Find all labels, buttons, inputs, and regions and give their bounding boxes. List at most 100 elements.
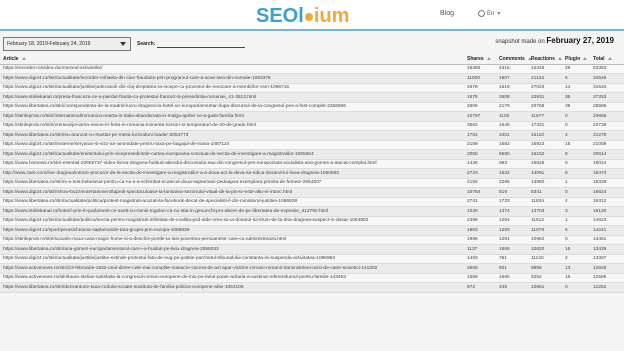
article-link[interactable]: https://www.activenews.ro/stiri/laura-st…: [0, 273, 464, 283]
table-row: https://stirileprotv.ro/stiri/vremea/joi…: [0, 121, 624, 131]
search-input[interactable]: [157, 39, 245, 48]
cell-reactions: 42346: [528, 64, 562, 74]
article-link[interactable]: https://www.digi24.ro/stiri/actualitate/…: [0, 149, 464, 160]
cell-shares: 1436: [464, 159, 496, 169]
table-body: https://recorder.ro/video-dumnezeul-acti…: [0, 64, 624, 293]
language-selector[interactable]: En ▼: [478, 10, 501, 17]
cell-reactions: 11612: [528, 216, 562, 226]
article-link[interactable]: https://www.libertatea.ro/stiri/dezvantu…: [0, 282, 464, 293]
cell-total: 22738: [590, 121, 624, 131]
table-row: https://www.digi24.ro/stiri/show-buzz/en…: [0, 187, 624, 198]
column-header-article[interactable]: Article: [0, 55, 464, 65]
sort-icon: [583, 57, 588, 61]
table-row: https://www.libertatea.ro/stiri/corespon…: [0, 102, 624, 112]
sort-icon: [607, 57, 612, 61]
snapshot-info: snapshot made on February 27, 2019: [495, 36, 614, 45]
article-link[interactable]: https://www.libertatea.ro/stiri/ana-gome…: [0, 244, 464, 255]
table-row: https://www.stirilekanal.ro/hoteri/-prin…: [0, 206, 624, 217]
article-link[interactable]: https://www.activenews.ro/stiri/23-febru…: [0, 263, 464, 274]
cell-reactions: 11834: [528, 197, 562, 207]
cell-reactions: 9866: [528, 263, 562, 274]
article-link[interactable]: https://recorder.ro/video-dumnezeul-acti…: [0, 64, 464, 74]
cell-comments: 2608: [496, 92, 528, 103]
cell-shares: 10764: [464, 187, 496, 198]
cell-total: 34548: [590, 73, 624, 84]
article-link[interactable]: https://www.digi24.ro/stiri/actualitate/…: [0, 216, 464, 226]
sort-icon: [21, 57, 26, 61]
cell-reactions: 11079: [528, 225, 562, 236]
cell-shares: 11500: [464, 73, 496, 84]
cell-total: 20614: [590, 149, 624, 160]
language-label: En: [487, 10, 495, 17]
cell-total: 14623: [590, 216, 624, 226]
cell-plugin: 8: [562, 149, 590, 160]
cell-reactions: 16110: [528, 130, 562, 141]
table-row: https://www.libertatea.ro/stiri/dezvantu…: [0, 282, 624, 293]
column-header-reactions[interactable]: Reactions: [528, 55, 562, 65]
article-link[interactable]: https://www.stirilekanal.ro/presa-france…: [0, 92, 464, 103]
cell-shares: 1493: [464, 254, 496, 264]
article-link[interactable]: https://www.digi24.ro/stiri/actualitate/…: [0, 83, 464, 93]
column-header-plugin[interactable]: Plugin: [562, 55, 590, 65]
cell-total: 23666: [590, 111, 624, 122]
cell-total: 14241: [590, 225, 624, 236]
article-link[interactable]: https://stirileprotv.ro/stiri/vremea/joi…: [0, 121, 464, 131]
cell-total: 18338: [590, 178, 624, 188]
article-link[interactable]: https://www.libertatea.ro/stiri/actualit…: [0, 197, 464, 207]
article-link[interactable]: https://www.digi24.ro/stiri/externe/sery…: [0, 140, 464, 150]
article-link[interactable]: https://www.libertatea.ro/stiri/eu-arunc…: [0, 130, 464, 141]
cell-total: 16120: [590, 206, 624, 217]
column-header-comments[interactable]: Comments: [496, 55, 532, 65]
article-link[interactable]: http://www.zare.com/live-dragnea/intrare…: [0, 168, 464, 179]
table-row: https://www.libertatea.ro/stiri/s-a-tost…: [0, 178, 624, 188]
cell-comments: 501: [496, 263, 528, 274]
cell-plugin: 14: [562, 83, 590, 93]
cell-plugin: 15: [562, 140, 590, 150]
article-link[interactable]: https://www.libertatea.ro/stiri/s-a-tost…: [0, 178, 464, 188]
table-row: https://www.digi24.ro/stiri/actualitate/…: [0, 73, 624, 84]
table-row: https://www.digi24.ro/stiri/externe/sery…: [0, 140, 624, 150]
column-header-label: Shares: [467, 56, 484, 63]
cell-reactions: 20768: [528, 102, 562, 112]
article-link[interactable]: https://www.digi24.ro/stiri/actualitate/…: [0, 73, 464, 84]
chevron-down-icon: ▼: [496, 10, 502, 17]
column-header-shares[interactable]: Shares: [464, 55, 496, 65]
sort-icon: [486, 57, 491, 61]
article-link[interactable]: https://www.digi24.ro/stiri/show-buzz/en…: [0, 187, 464, 198]
article-link[interactable]: https://www.digi24.ro/sport/perasicheama…: [0, 225, 464, 236]
article-link[interactable]: https://www.libertatea.ro/stiri/corespon…: [0, 102, 464, 112]
cell-plugin: 6: [562, 225, 590, 236]
cell-plugin: 6: [562, 73, 590, 84]
date-range-select[interactable]: February 18, 2019-February 24, 2019: [3, 37, 131, 51]
article-link[interactable]: https://www.hotnews.ro/stiri-esential-22…: [0, 159, 464, 169]
cell-plugin: 29: [562, 64, 590, 74]
dropdown-arrow-icon: [120, 42, 126, 46]
article-link[interactable]: https://stirileprotv.ro/stiri/internatio…: [0, 111, 464, 122]
article-link[interactable]: https://stirileprotv.ro/stiri/social/s-n…: [0, 235, 464, 245]
cell-reactions: 16922: [528, 140, 562, 150]
table-row: https://stirileprotv.ro/stiri/internatio…: [0, 111, 624, 122]
cell-shares: 10797: [464, 111, 496, 122]
table-row: https://www.digi24.ro/stiri/actualitate/…: [0, 254, 624, 264]
cell-plugin: 16: [562, 244, 590, 255]
cell-reactions: 10620: [528, 244, 562, 255]
column-header-total[interactable]: Total: [590, 55, 624, 65]
cell-shares: 16465: [464, 64, 496, 74]
article-link[interactable]: https://www.stirilekanal.ro/hoteri/-prin…: [0, 206, 464, 217]
cell-total: 21279: [590, 130, 624, 141]
table-row: https://www.digi24.ro/sport/perasicheama…: [0, 225, 624, 236]
logo-text-ium: ium: [313, 5, 350, 27]
nav-blog-link[interactable]: Blog: [440, 10, 454, 17]
sort-icon: [557, 57, 562, 61]
top-bar: SEOl ium Blog En ▼: [0, 0, 624, 31]
cell-reactions: 9252: [528, 273, 562, 283]
cell-plugin: 0: [562, 121, 590, 131]
date-range-value: February 18, 2019-February 24, 2019: [7, 41, 91, 47]
article-link[interactable]: https://www.digi24.ro/stiri/actualitate/…: [0, 254, 464, 264]
table-row: https://www.digi24.ro/stiri/actualitate/…: [0, 216, 624, 226]
cell-shares: 2192: [464, 178, 496, 188]
cell-comments: 1682: [496, 140, 528, 150]
articles-table-container[interactable]: Article Shares Comments Reactions Plugin Tota…: [0, 55, 624, 351]
cell-shares: 2741: [464, 197, 496, 207]
seolium-logo[interactable]: SEOl ium: [256, 5, 349, 27]
